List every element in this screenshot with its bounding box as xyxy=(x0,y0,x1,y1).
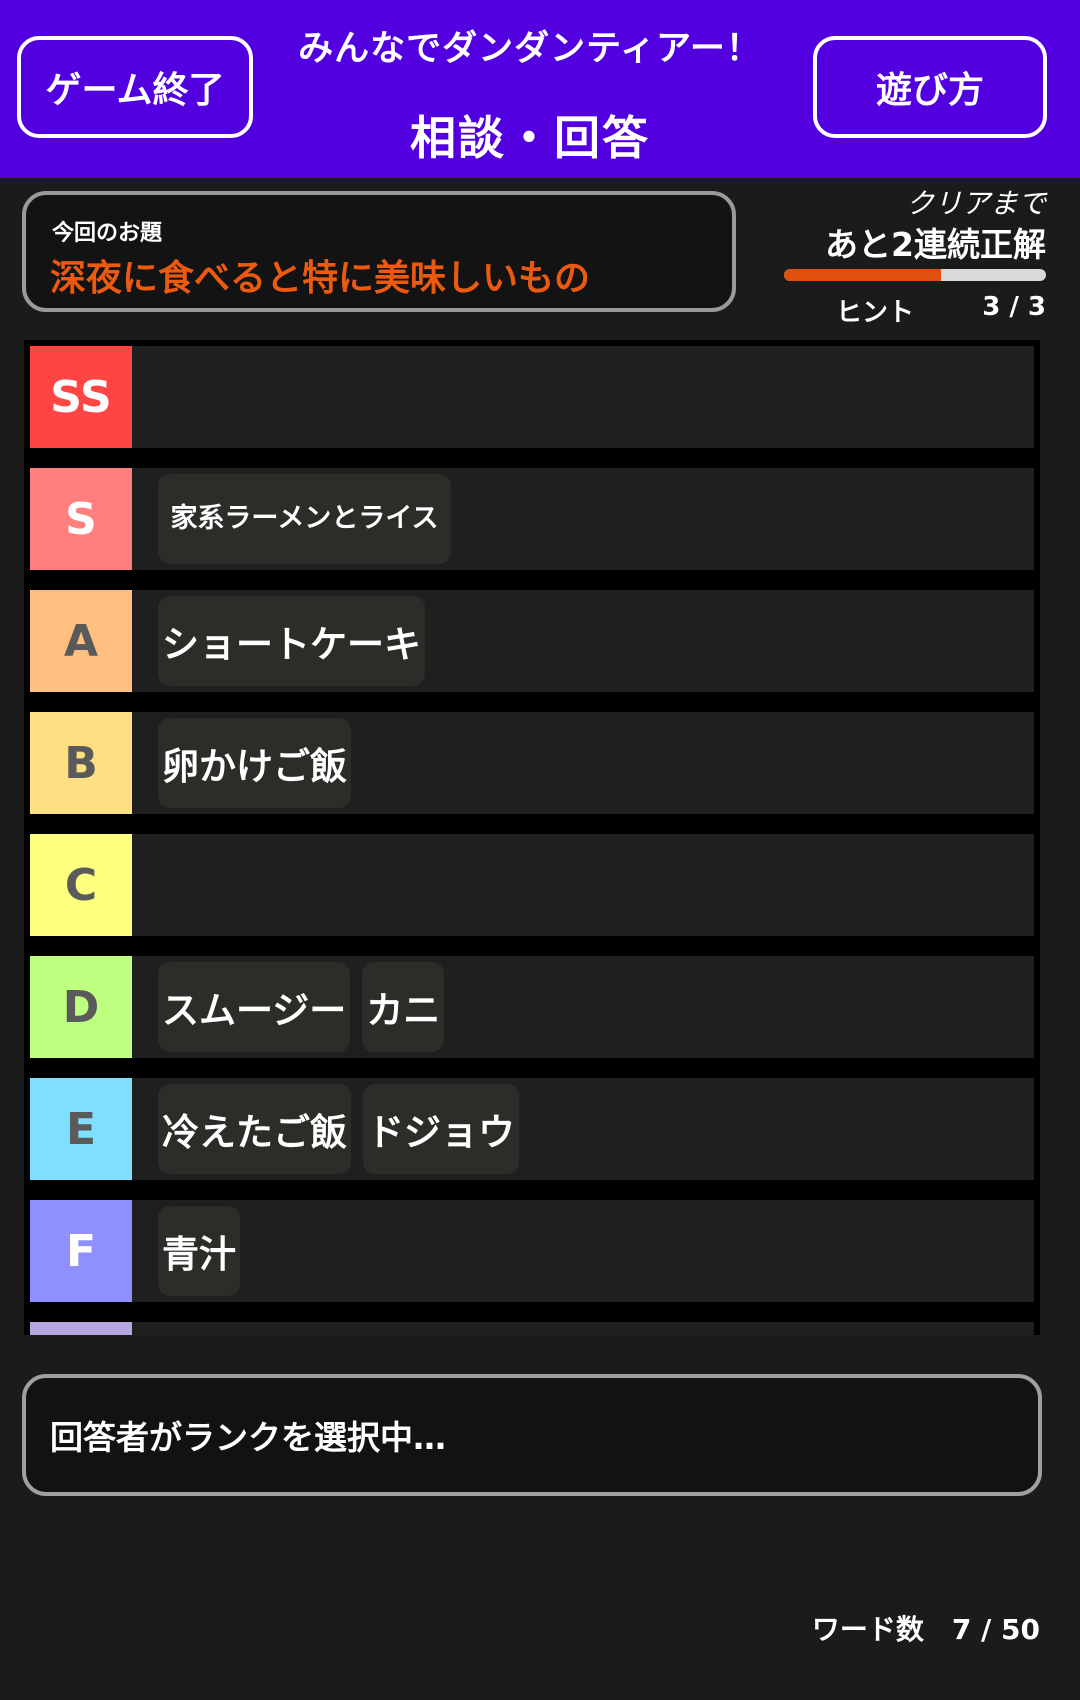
hint-label: ヒント xyxy=(836,298,915,328)
tier-items[interactable] xyxy=(132,834,1034,936)
tier-label: SS xyxy=(30,346,132,448)
tier-label: E xyxy=(30,1078,132,1180)
tier-row[interactable]: F 青汁 xyxy=(24,1194,1040,1308)
word-chip[interactable]: 青汁 xyxy=(158,1206,240,1296)
clear-label: クリアまで xyxy=(905,187,1046,220)
tier-label: F xyxy=(30,1200,132,1302)
how-to-play-button[interactable]: 遊び方 xyxy=(813,36,1047,138)
tier-label: D xyxy=(30,956,132,1058)
tier-row[interactable]: E 冷えたご飯 ドジョウ xyxy=(24,1072,1040,1186)
tier-items[interactable]: 家系ラーメンとライス xyxy=(132,468,1034,570)
word-chip[interactable]: スムージー xyxy=(158,962,351,1052)
tier-row[interactable] xyxy=(24,1316,1040,1335)
theme-box: 今回のお題 深夜に食べると特に美味しいもの xyxy=(22,191,736,312)
tier-items[interactable] xyxy=(132,346,1034,448)
tier-label: S xyxy=(30,468,132,570)
progress-fill xyxy=(784,269,942,281)
tier-label: B xyxy=(30,712,132,814)
tier-items[interactable] xyxy=(132,1322,1034,1335)
progress-bar xyxy=(784,269,1046,281)
clear-remaining: あと2連続正解 xyxy=(825,225,1046,264)
tier-items[interactable]: 冷えたご飯 ドジョウ xyxy=(132,1078,1034,1180)
tier-row[interactable]: D スムージー カニ xyxy=(24,950,1040,1064)
word-chip[interactable]: ショートケーキ xyxy=(158,596,425,686)
tier-row[interactable]: SS xyxy=(24,340,1040,454)
tier-label: A xyxy=(30,590,132,692)
tier-label xyxy=(30,1322,132,1335)
tier-items[interactable]: 青汁 xyxy=(132,1200,1034,1302)
word-chip[interactable]: 卵かけご飯 xyxy=(158,718,351,808)
tier-items[interactable]: ショートケーキ xyxy=(132,590,1034,692)
word-chip[interactable]: カニ xyxy=(362,962,445,1052)
end-game-button[interactable]: ゲーム終了 xyxy=(17,36,253,138)
tier-list: SS S 家系ラーメンとライス A ショートケーキ B 卵かけご飯 C D スムージー カニ E 冷えた… xyxy=(24,340,1040,1335)
status-text: 回答者がランクを選択中… xyxy=(50,1418,446,1457)
word-count: ワード数 7 / 50 xyxy=(811,1613,1040,1646)
tier-row[interactable]: A ショートケーキ xyxy=(24,584,1040,698)
tier-items[interactable]: 卵かけご飯 xyxy=(132,712,1034,814)
game-subtitle: みんなでダンダンティアー！ xyxy=(298,29,762,69)
tier-label: C xyxy=(30,834,132,936)
word-chip[interactable]: ドジョウ xyxy=(363,1084,519,1174)
tier-row[interactable]: C xyxy=(24,828,1040,942)
tier-items[interactable]: スムージー カニ xyxy=(132,956,1034,1058)
word-chip[interactable]: 家系ラーメンとライス xyxy=(158,474,451,564)
theme-label: 今回のお題 xyxy=(52,221,163,246)
tier-row[interactable]: S 家系ラーメンとライス xyxy=(24,462,1040,576)
phase-title: 相談・回答 xyxy=(410,111,650,165)
header-bar: ゲーム終了 みんなでダンダンティアー！ 相談・回答 遊び方 xyxy=(0,0,1080,178)
hint-count: 3 / 3 xyxy=(982,292,1046,322)
status-box: 回答者がランクを選択中… xyxy=(22,1374,1042,1496)
tier-row[interactable]: B 卵かけご飯 xyxy=(24,706,1040,820)
word-chip[interactable]: 冷えたご飯 xyxy=(158,1084,351,1174)
theme-text: 深夜に食べると特に美味しいもの xyxy=(50,258,591,299)
